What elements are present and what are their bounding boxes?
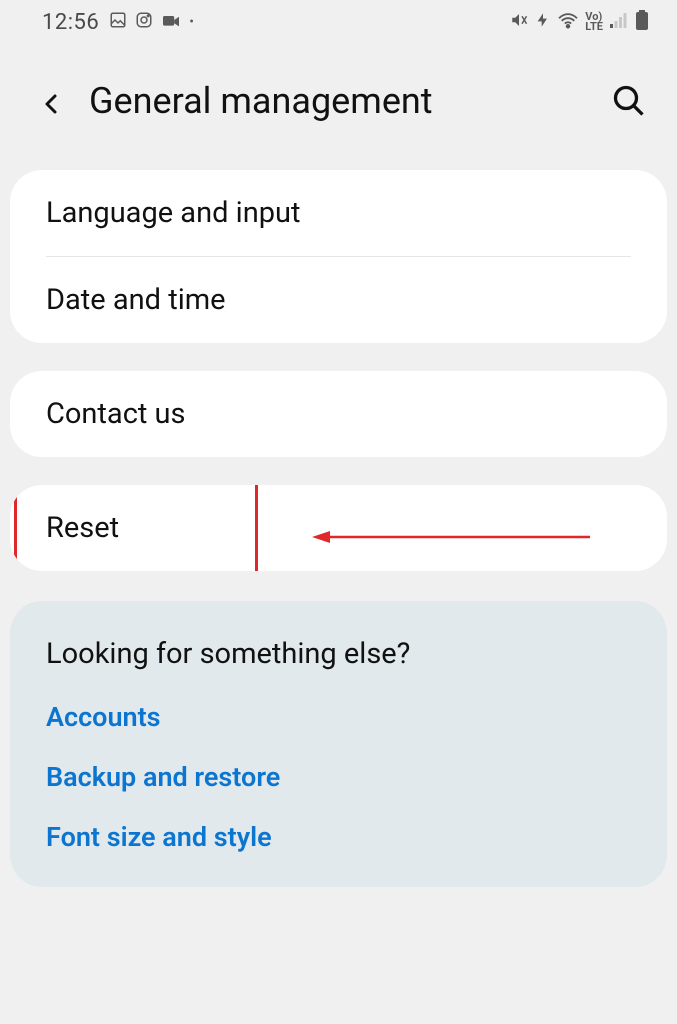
suggestion-link-label: Backup and restore (46, 761, 280, 793)
settings-group-general: Language and input Date and time (10, 170, 667, 343)
wifi-icon (557, 11, 579, 33)
suggestion-link-accounts[interactable]: Accounts (46, 701, 631, 733)
settings-group-contact: Contact us (10, 371, 667, 457)
settings-item-reset[interactable]: Reset (10, 485, 667, 571)
suggestion-link-label: Accounts (46, 701, 161, 733)
settings-item-label: Date and time (46, 283, 226, 317)
search-icon[interactable] (611, 83, 647, 119)
suggestion-link-backup-restore[interactable]: Backup and restore (46, 761, 631, 793)
settings-item-language-input[interactable]: Language and input (10, 170, 667, 256)
settings-item-date-time[interactable]: Date and time (10, 257, 667, 343)
settings-item-label: Language and input (46, 196, 300, 230)
suggestion-link-label: Font size and style (46, 821, 272, 853)
signal-icon (609, 11, 629, 33)
status-notification-icons: • (109, 11, 194, 33)
settings-item-contact-us[interactable]: Contact us (10, 371, 667, 457)
status-time: 12:56 (42, 10, 99, 35)
gallery-icon (109, 11, 127, 33)
volte-icon: Vo)LTE (585, 12, 603, 32)
settings-item-label: Reset (46, 511, 119, 545)
page-title: General management (89, 80, 433, 122)
data-saver-icon (535, 11, 551, 33)
status-bar: 12:56 • Vo)LTE (0, 0, 677, 40)
status-system-icons: Vo)LTE (509, 10, 649, 34)
suggestion-link-font-size-style[interactable]: Font size and style (46, 821, 631, 853)
instagram-icon (135, 11, 153, 33)
header: General management (0, 40, 677, 152)
settings-item-label: Contact us (46, 397, 186, 431)
status-left: 12:56 • (42, 10, 194, 35)
settings-group-reset: Reset (10, 485, 667, 571)
dot-icon: • (189, 15, 194, 29)
mute-icon (509, 11, 529, 33)
battery-icon (635, 10, 649, 34)
back-icon[interactable] (40, 89, 64, 113)
camera-icon (161, 12, 181, 32)
header-left: General management (40, 80, 433, 122)
suggestion-heading: Looking for something else? (46, 637, 631, 671)
suggestion-panel: Looking for something else? Accounts Bac… (10, 601, 667, 887)
